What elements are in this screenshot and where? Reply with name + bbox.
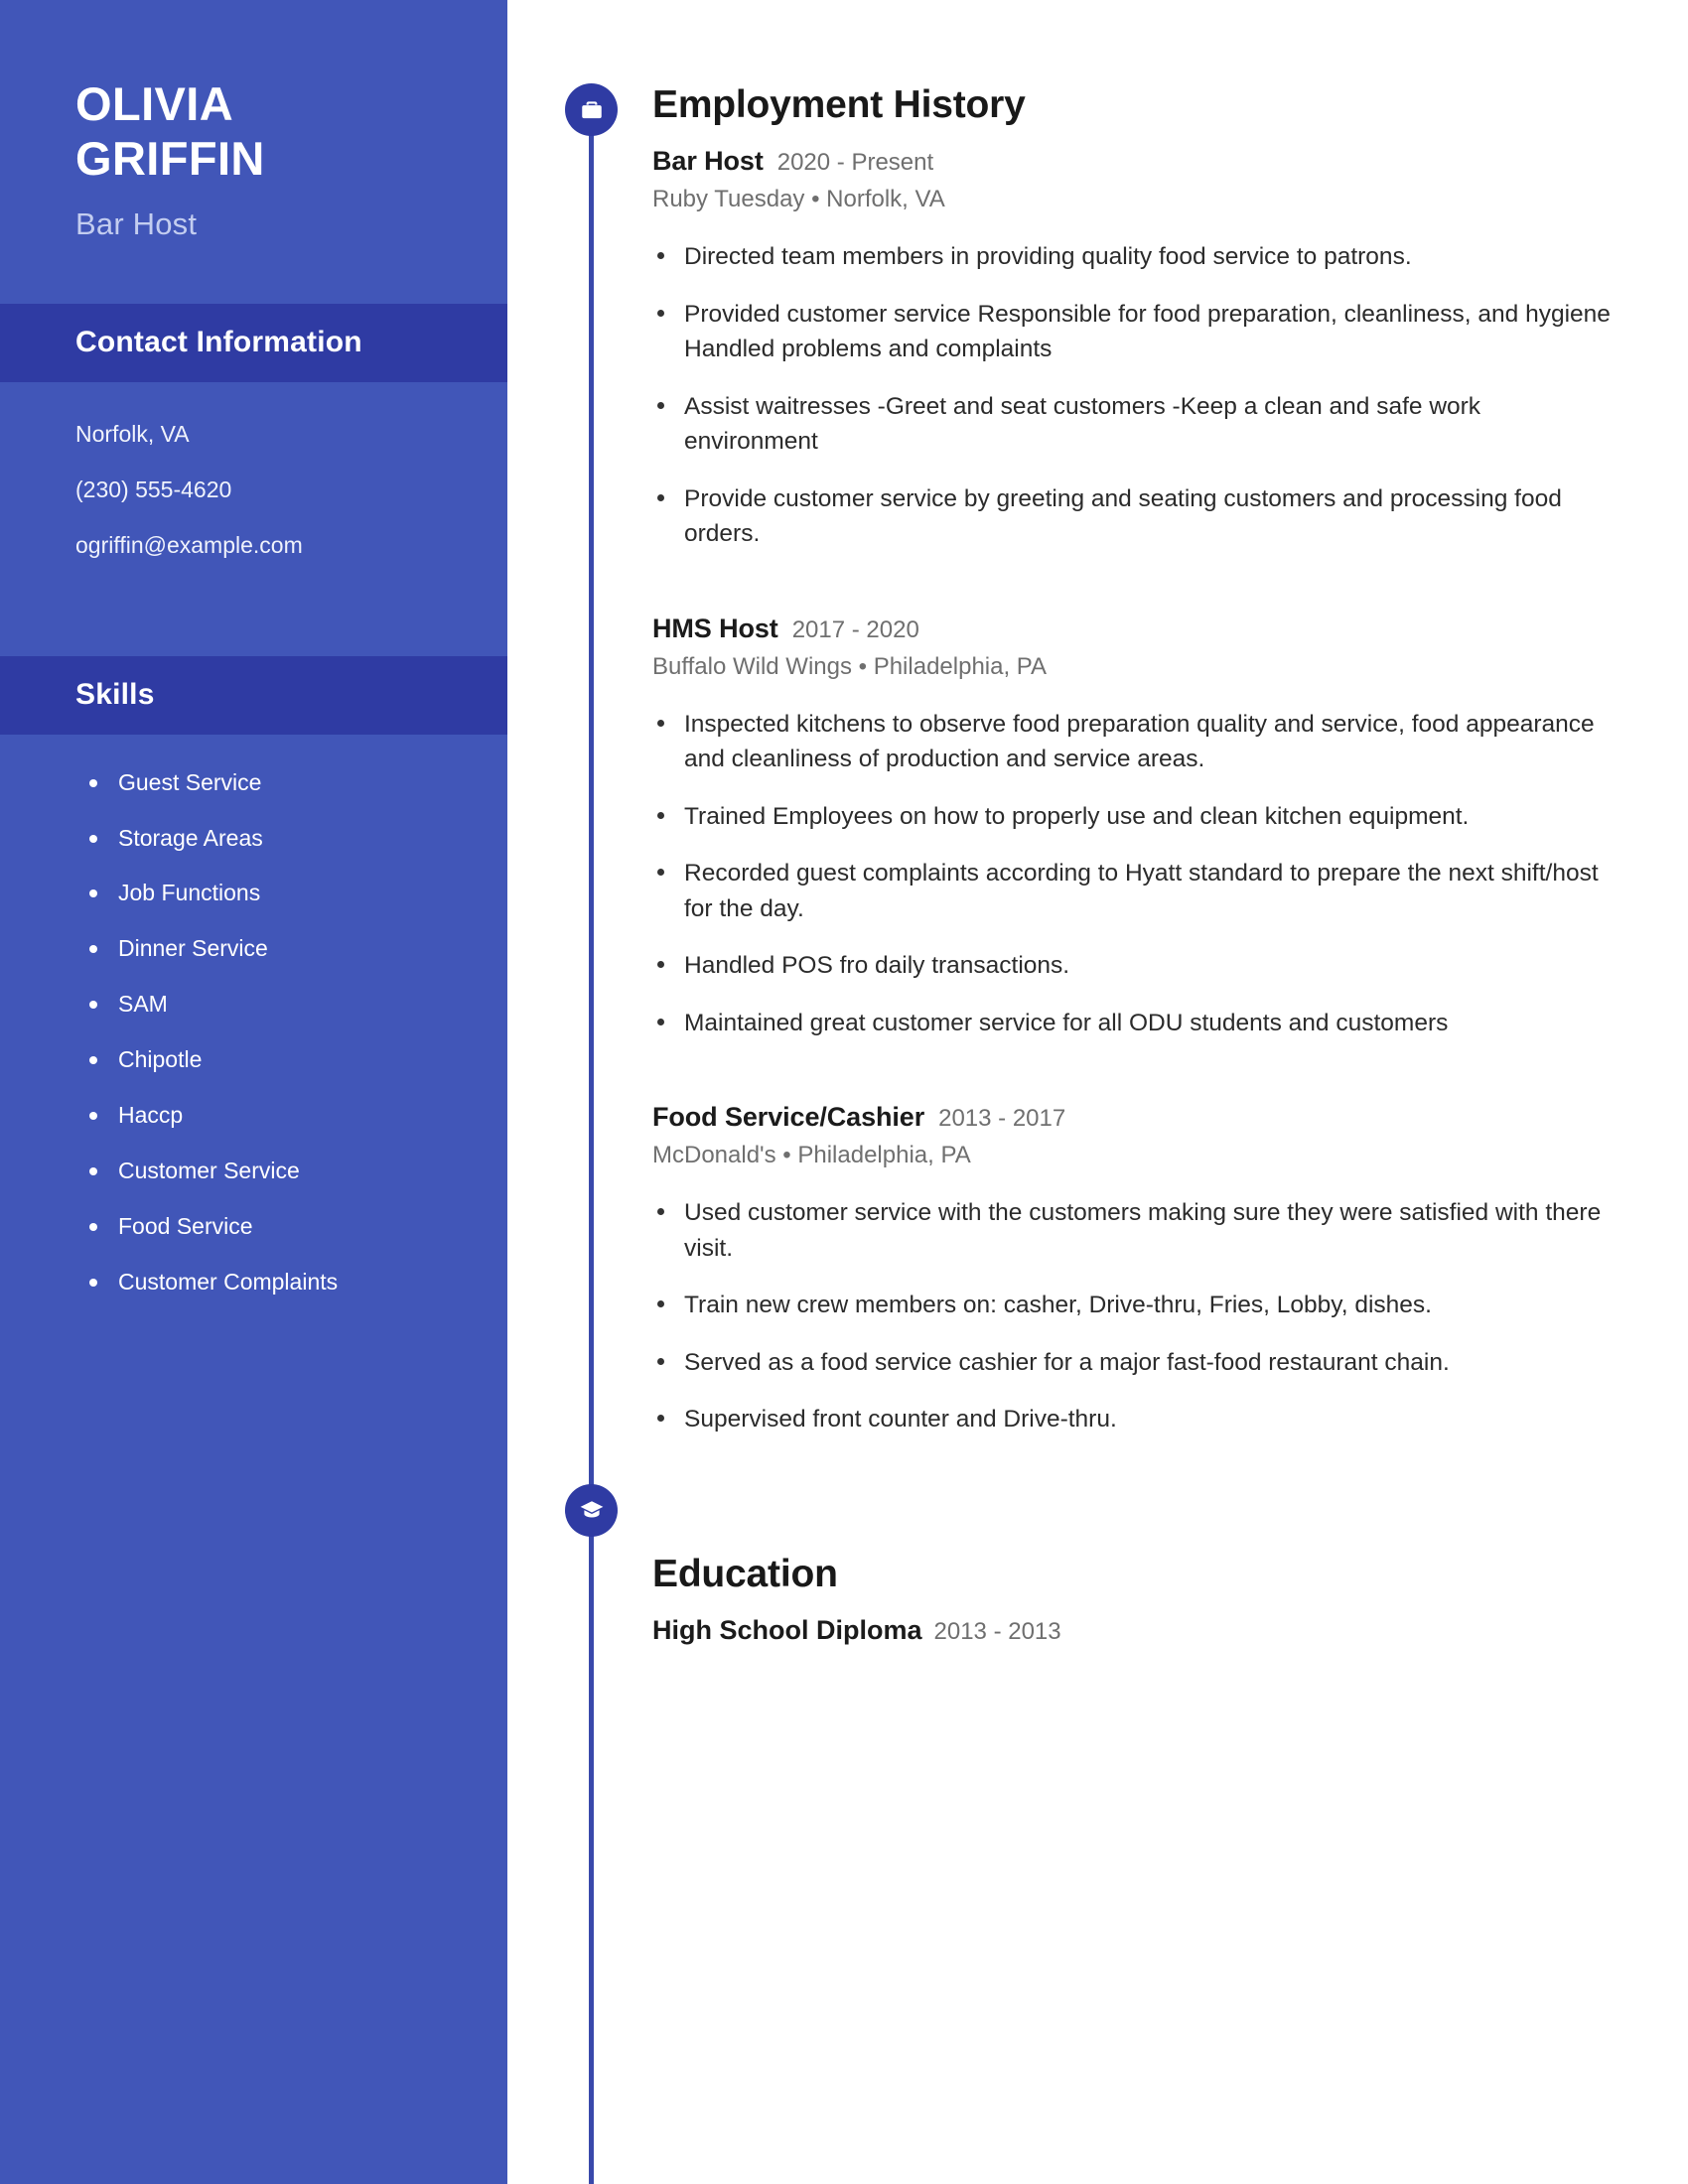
employment-role: Food Service/Cashier xyxy=(652,1102,925,1133)
skill-item: Food Service xyxy=(83,1212,458,1242)
education-dates: 2013 - 2013 xyxy=(933,1617,1061,1645)
skill-item: SAM xyxy=(83,990,458,1020)
employment-bullet: Supervised front counter and Drive-thru. xyxy=(652,1402,1618,1437)
skill-item: Dinner Service xyxy=(83,934,458,964)
employment-bullet: Trained Employees on how to properly use… xyxy=(652,799,1618,835)
employment-bullet: Train new crew members on: casher, Drive… xyxy=(652,1288,1618,1323)
employment-entry-header: HMS Host 2017 - 2020 xyxy=(652,614,1618,644)
identity-block: OLIVIA GRIFFIN Bar Host xyxy=(0,0,507,242)
skill-item: Job Functions xyxy=(83,879,458,908)
skill-item: Storage Areas xyxy=(83,824,458,854)
employment-entry: HMS Host 2017 - 2020 Buffalo Wild Wings … xyxy=(652,614,1618,1041)
employment-bullets: Directed team members in providing quali… xyxy=(652,239,1618,552)
employment-bullet: Handled POS fro daily transactions. xyxy=(652,948,1618,984)
employment-bullet: Provided customer service Responsible fo… xyxy=(652,297,1618,367)
employment-entry-header: Food Service/Cashier 2013 - 2017 xyxy=(652,1102,1618,1133)
sidebar: OLIVIA GRIFFIN Bar Host Contact Informat… xyxy=(0,0,507,2184)
skills-section-header: Skills xyxy=(0,655,507,735)
contact-heading: Contact Information xyxy=(75,325,362,358)
contact-phone: (230) 555-4620 xyxy=(75,476,232,502)
employment-entry-header: Bar Host 2020 - Present xyxy=(652,146,1618,177)
employment-role: HMS Host xyxy=(652,613,778,643)
briefcase-icon xyxy=(579,97,605,123)
employment-dates: 2017 - 2020 xyxy=(791,615,919,643)
education-entry-header: High School Diploma 2013 - 2013 xyxy=(652,1615,1618,1646)
employment-role: Bar Host xyxy=(652,146,764,176)
graduation-cap-icon xyxy=(579,1498,605,1524)
skill-item: Customer Service xyxy=(83,1157,458,1186)
employment-bullet: Assist waitresses -Greet and seat custom… xyxy=(652,389,1618,460)
employment-bullet: Maintained great customer service for al… xyxy=(652,1006,1618,1041)
employment-dates: 2020 - Present xyxy=(776,149,934,176)
timeline-content: Employment History Bar Host 2020 - Prese… xyxy=(507,0,1688,1646)
resume-page: OLIVIA GRIFFIN Bar Host Contact Informat… xyxy=(0,0,1688,2184)
education-section: Education High School Diploma 2013 - 201… xyxy=(652,1437,1618,1646)
employment-history-section: Employment History Bar Host 2020 - Prese… xyxy=(652,0,1618,1437)
employment-history-heading: Employment History xyxy=(652,83,1026,126)
first-name: OLIVIA xyxy=(75,77,234,130)
employment-timeline-badge xyxy=(565,83,618,136)
employment-entry: Bar Host 2020 - Present Ruby Tuesday • N… xyxy=(652,146,1618,552)
employment-bullet: Served as a food service cashier for a m… xyxy=(652,1345,1618,1381)
employment-bullet: Used customer service with the customers… xyxy=(652,1195,1618,1266)
employment-bullets: Used customer service with the customers… xyxy=(652,1195,1618,1437)
education-degree: High School Diploma xyxy=(652,1614,922,1645)
skill-item: Guest Service xyxy=(83,768,458,798)
employment-bullet: Directed team members in providing quali… xyxy=(652,239,1618,275)
headline-job-title: Bar Host xyxy=(75,205,198,241)
employment-bullets: Inspected kitchens to observe food prepa… xyxy=(652,707,1618,1041)
contact-details: Norfolk, VA (230) 555-4620 ogriffin@exam… xyxy=(0,382,507,607)
skills-heading: Skills xyxy=(75,677,155,711)
employment-bullet: Inspected kitchens to observe food prepa… xyxy=(652,707,1618,777)
skill-item: Chipotle xyxy=(83,1045,458,1075)
employment-company-location: Ruby Tuesday • Norfolk, VA xyxy=(652,186,945,212)
skill-item: Customer Complaints xyxy=(83,1268,458,1297)
employment-company-location: McDonald's • Philadelphia, PA xyxy=(652,1142,971,1169)
education-entry: High School Diploma 2013 - 2013 xyxy=(652,1615,1618,1646)
contact-section-header: Contact Information xyxy=(0,303,507,382)
employment-company-location: Buffalo Wild Wings • Philadelphia, PA xyxy=(652,652,1048,680)
skill-item: Haccp xyxy=(83,1101,458,1131)
education-timeline-badge xyxy=(565,1484,618,1537)
last-name: GRIFFIN xyxy=(75,131,265,185)
contact-email: ogriffin@example.com xyxy=(75,531,303,558)
employment-bullet: Provide customer service by greeting and… xyxy=(652,481,1618,552)
main-content: Employment History Bar Host 2020 - Prese… xyxy=(507,0,1688,2184)
skills-list: Guest Service Storage Areas Job Function… xyxy=(0,735,507,1297)
employment-entry: Food Service/Cashier 2013 - 2017 McDonal… xyxy=(652,1102,1618,1437)
contact-location: Norfolk, VA xyxy=(75,420,190,447)
employment-dates: 2013 - 2017 xyxy=(938,1105,1066,1133)
employment-bullet: Recorded guest complaints according to H… xyxy=(652,856,1618,926)
education-heading: Education xyxy=(652,1552,838,1595)
